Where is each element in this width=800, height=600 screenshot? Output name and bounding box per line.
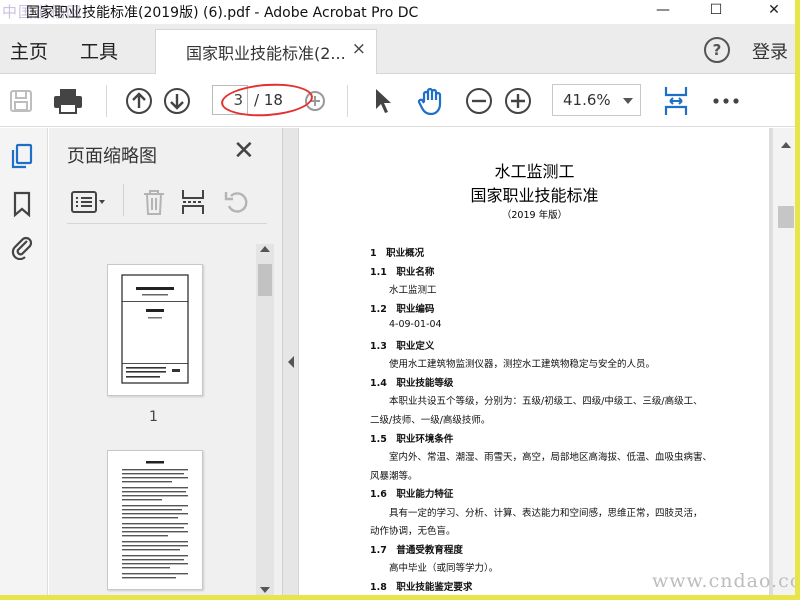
window-title: 国家职业技能标准(2019版) (6).pdf - Adobe Acrobat …: [26, 5, 419, 21]
print-icon[interactable]: [50, 85, 86, 117]
insert-page-icon[interactable]: [179, 188, 207, 216]
navigation-rail: [0, 128, 48, 595]
document-tab-label: 国家职业技能标准(2...: [186, 44, 346, 63]
thumbnail-scrollbar[interactable]: [256, 244, 274, 595]
doc-line: 动作协调，无色盲。: [370, 526, 456, 537]
document-scrollbar[interactable]: [772, 128, 795, 595]
select-icon[interactable]: [370, 85, 396, 117]
doc-line: 水工监测工: [389, 285, 437, 296]
menu-bar: 主页 工具 国家职业技能标准(2... × ? 登录: [0, 24, 795, 74]
watermark-right: www.cndao.com: [652, 570, 795, 592]
thumbnail-page-1[interactable]: [107, 264, 203, 396]
collapse-panel-icon[interactable]: [288, 356, 294, 368]
panel-title: 页面缩略图: [67, 146, 157, 167]
title-bar: 中国道柄网 国家职业技能标准(2019版) (6).pdf - Adobe Ac…: [0, 0, 795, 24]
login-button[interactable]: 登录: [752, 38, 788, 64]
options-icon[interactable]: [71, 190, 107, 214]
more-icon[interactable]: [710, 85, 742, 117]
document-view[interactable]: 水工监测工 国家职业技能标准 （2019 年版） 1 职业概况 1.1 职业名称…: [300, 128, 795, 595]
doc-line: 高中毕业（或同等学力）。: [389, 563, 499, 574]
doc-line: 1.4 职业技能等级: [370, 378, 454, 389]
close-panel-icon[interactable]: ✕: [233, 136, 255, 166]
minimize-button[interactable]: —: [640, 0, 686, 24]
maximize-button[interactable]: ☐: [693, 0, 739, 24]
doc-line: 1.1 职业名称: [370, 267, 435, 278]
doc-line: 室内外、常温、潮湿、雨雪天，高空，局部地区高海拔、低温、血吸虫病害、: [389, 452, 713, 463]
doc-title-1: 水工监测工: [494, 162, 575, 181]
zoom-select[interactable]: 41.6%: [552, 84, 641, 116]
toolbar-separator: [123, 184, 124, 216]
toolbar-separator: [106, 85, 107, 117]
doc-line: 风暴潮等。: [370, 471, 418, 482]
scroll-up-icon[interactable]: [260, 246, 270, 252]
fit-page-icon[interactable]: [660, 85, 692, 117]
home-menu[interactable]: 主页: [10, 37, 48, 64]
acrobat-window: 中国道柄网 国家职业技能标准(2019版) (6).pdf - Adobe Ac…: [0, 0, 797, 597]
doc-line: 1.2 职业编码: [370, 304, 435, 315]
rotate-icon[interactable]: [223, 188, 251, 216]
hand-icon[interactable]: [414, 85, 448, 117]
doc-line: 1.7 普通受教育程度: [370, 545, 463, 556]
zoom-out-icon[interactable]: [464, 85, 494, 117]
panel-toolbar: [67, 180, 267, 224]
close-tab-icon[interactable]: ×: [352, 39, 366, 59]
document-page: 水工监测工 国家职业技能标准 （2019 年版） 1 职业概况 1.1 职业名称…: [300, 128, 769, 595]
help-icon[interactable]: ?: [704, 37, 730, 63]
doc-line: 1.6 职业能力特征: [370, 489, 454, 500]
thumbnails-panel: 页面缩略图 ✕ 1: [49, 128, 283, 595]
next-page-icon[interactable]: [162, 85, 192, 117]
doc-line: 1 职业概况: [370, 248, 425, 259]
attachment-icon[interactable]: [8, 232, 36, 260]
doc-title-2: 国家职业技能标准: [470, 186, 599, 205]
zoom-value: 41.6%: [563, 91, 611, 109]
scroll-down-icon[interactable]: [260, 587, 270, 593]
thumbnail-page-2[interactable]: [107, 450, 203, 590]
scroll-up-icon[interactable]: [781, 142, 791, 148]
thumbnail-page-number: 1: [149, 409, 158, 425]
bookmark-icon[interactable]: [8, 190, 36, 218]
doc-line: 本职业共设五个等级，分别为：五级/初级工、四级/中级工、三级/高级工、: [389, 396, 703, 407]
zoom-in-icon[interactable]: [503, 85, 533, 117]
delete-icon[interactable]: [141, 188, 167, 216]
document-tab[interactable]: 国家职业技能标准(2... ×: [155, 29, 377, 74]
doc-edition: （2019 年版）: [501, 210, 568, 221]
doc-line: 二级/技师、一级/高级技师。: [370, 415, 491, 426]
save-icon[interactable]: [6, 85, 36, 117]
doc-line: 4-09-01-04: [389, 319, 442, 330]
tools-menu[interactable]: 工具: [80, 37, 118, 64]
prev-page-icon[interactable]: [124, 85, 154, 117]
doc-line: 使用水工建筑物监测仪器，测控水工建筑物稳定与安全的人员。: [389, 359, 656, 370]
scrollbar-thumb[interactable]: [258, 264, 272, 296]
page-thumbnails-icon[interactable]: [8, 142, 36, 170]
doc-line: 具有一定的学习、分析、计算、表达能力和空间感，思维正常，四肢灵活，: [389, 508, 703, 519]
chevron-down-icon: [623, 98, 633, 104]
toolbar: 3 / 18 41.6%: [0, 75, 795, 127]
scrollbar-thumb[interactable]: [778, 206, 794, 228]
doc-line: 1.5 职业环境条件: [370, 434, 454, 445]
doc-line: 1.3 职业定义: [370, 341, 435, 352]
doc-line: 1.8 职业技能鉴定要求: [370, 582, 473, 593]
close-window-button[interactable]: ✕: [751, 0, 795, 24]
toolbar-separator: [347, 85, 348, 117]
panel-collapse-strip[interactable]: [283, 128, 299, 595]
